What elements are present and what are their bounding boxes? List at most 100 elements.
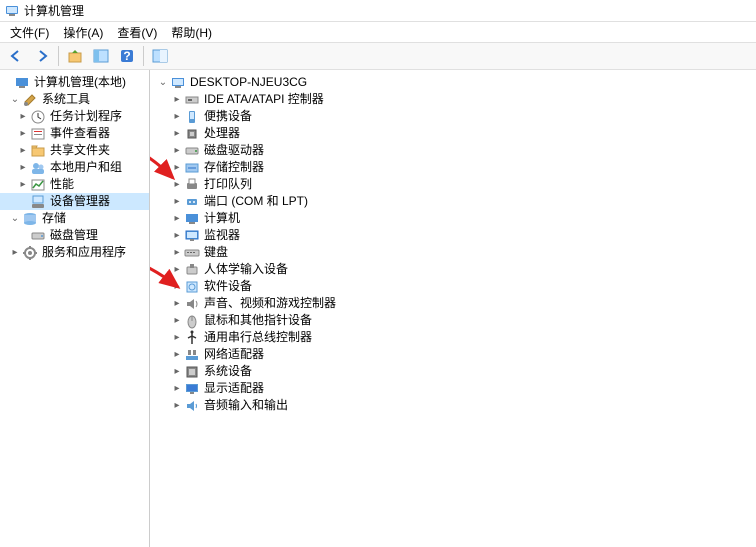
mouse-icon: [184, 313, 200, 329]
twisty-collapsed-icon[interactable]: ▸: [170, 212, 184, 226]
device-category[interactable]: ▸系统设备: [150, 363, 756, 380]
twisty-collapsed-icon[interactable]: ▸: [170, 161, 184, 175]
menu-help[interactable]: 帮助(H): [165, 22, 218, 43]
twisty-collapsed-icon[interactable]: ▸: [170, 263, 184, 277]
device-category[interactable]: ▸ 音频输入和输出: [150, 397, 756, 414]
twisty-expanded-icon[interactable]: ⌄: [8, 212, 22, 226]
device-category[interactable]: ▸键盘: [150, 244, 756, 261]
tree-label: 端口 (COM 和 LPT): [204, 193, 308, 210]
twisty-collapsed-icon[interactable]: ▸: [170, 280, 184, 294]
tree-device-manager[interactable]: ▸ 设备管理器: [0, 193, 149, 210]
tree-label: 鼠标和其他指针设备: [204, 312, 312, 329]
twisty-collapsed-icon[interactable]: ▸: [170, 178, 184, 192]
storage-ctrl-icon: [184, 160, 200, 176]
device-category[interactable]: ▸存储控制器: [150, 159, 756, 176]
tree-label: 磁盘驱动器: [204, 142, 264, 159]
show-hide-tree-button[interactable]: [89, 44, 113, 68]
twisty-collapsed-icon[interactable]: ▸: [170, 348, 184, 362]
twisty-collapsed-icon[interactable]: ▸: [170, 399, 184, 413]
tree-label: 显示适配器: [204, 380, 264, 397]
twisty-collapsed-icon[interactable]: ▸: [170, 229, 184, 243]
right-tree-pane[interactable]: ⌄ DESKTOP-NJEU3CG ▸ IDE ATA/ATAPI 控制器▸便携设…: [150, 70, 756, 547]
device-category[interactable]: ▸网络适配器: [150, 346, 756, 363]
help-button[interactable]: ?: [115, 44, 139, 68]
toolbar: ?: [0, 42, 756, 70]
tree-root-local[interactable]: ▸ 计算机管理(本地): [0, 74, 149, 91]
tree-local-users[interactable]: ▸ 本地用户和组: [0, 159, 149, 176]
device-category[interactable]: ▸ 人体学输入设备: [150, 261, 756, 278]
device-category[interactable]: ▸ 鼠标和其他指针设备: [150, 312, 756, 329]
device-category[interactable]: ▸ 软件设备: [150, 278, 756, 295]
twisty-collapsed-icon[interactable]: ▸: [170, 297, 184, 311]
device-category[interactable]: ▸ IDE ATA/ATAPI 控制器: [150, 91, 756, 108]
software-icon: [184, 279, 200, 295]
tree-label: 音频输入和输出: [204, 397, 288, 414]
menu-file[interactable]: 文件(F): [4, 22, 55, 43]
device-root[interactable]: ⌄ DESKTOP-NJEU3CG: [150, 74, 756, 91]
device-category[interactable]: ▸处理器: [150, 125, 756, 142]
tree-label: 服务和应用程序: [42, 244, 126, 261]
twisty-collapsed-icon[interactable]: ▸: [16, 161, 30, 175]
tree-services[interactable]: ▸ 服务和应用程序: [0, 244, 149, 261]
up-button[interactable]: [63, 44, 87, 68]
device-category[interactable]: ▸ 计算机: [150, 210, 756, 227]
tree-storage[interactable]: ⌄ 存储: [0, 210, 149, 227]
tree-label: 通用串行总线控制器: [204, 329, 312, 346]
twisty-collapsed-icon[interactable]: ▸: [16, 110, 30, 124]
twisty-expanded-icon[interactable]: ⌄: [156, 76, 170, 90]
twisty-collapsed-icon[interactable]: ▸: [170, 93, 184, 107]
twisty-collapsed-icon[interactable]: ▸: [16, 127, 30, 141]
twisty-collapsed-icon[interactable]: ▸: [170, 246, 184, 260]
device-category[interactable]: ▸监视器: [150, 227, 756, 244]
twisty-collapsed-icon[interactable]: ▸: [16, 144, 30, 158]
device-category[interactable]: ▸打印队列: [150, 176, 756, 193]
twisty-collapsed-icon[interactable]: ▸: [8, 246, 22, 260]
monitor-icon: [184, 228, 200, 244]
tree-shared-folders[interactable]: ▸ 共享文件夹: [0, 142, 149, 159]
tree-label: 磁盘管理: [50, 227, 98, 244]
svg-text:?: ?: [123, 49, 130, 63]
tree-label: 本地用户和组: [50, 159, 122, 176]
tree-label: 人体学输入设备: [204, 261, 288, 278]
tree-label: IDE ATA/ATAPI 控制器: [204, 91, 324, 108]
tree-disk-mgmt[interactable]: ▸ 磁盘管理: [0, 227, 149, 244]
device-category[interactable]: ▸ 显示适配器: [150, 380, 756, 397]
tree-label: 软件设备: [204, 278, 252, 295]
tree-label: 设备管理器: [50, 193, 110, 210]
twisty-collapsed-icon[interactable]: ▸: [170, 127, 184, 141]
twisty-collapsed-icon[interactable]: ▸: [170, 365, 184, 379]
twisty-collapsed-icon[interactable]: ▸: [170, 144, 184, 158]
tree-event-viewer[interactable]: ▸ 事件查看器: [0, 125, 149, 142]
tree-task-scheduler[interactable]: ▸ 任务计划程序: [0, 108, 149, 125]
desktop-icon: [170, 75, 186, 91]
device-category[interactable]: ▸ 端口 (COM 和 LPT): [150, 193, 756, 210]
menu-view[interactable]: 查看(V): [111, 22, 163, 43]
forward-button[interactable]: [30, 44, 54, 68]
twisty-collapsed-icon[interactable]: ▸: [170, 331, 184, 345]
twisty-collapsed-icon[interactable]: ▸: [16, 178, 30, 192]
window-title: 计算机管理: [24, 2, 84, 19]
device-category[interactable]: ▸便携设备: [150, 108, 756, 125]
tree-system-tools[interactable]: ⌄ 系统工具: [0, 91, 149, 108]
left-tree-pane[interactable]: ▸ 计算机管理(本地) ⌄ 系统工具 ▸ 任务计划程序 ▸ 事件查看器 ▸ 共享…: [0, 70, 150, 547]
twisty-collapsed-icon[interactable]: ▸: [170, 314, 184, 328]
users-icon: [30, 160, 46, 176]
tree-label: 计算机管理(本地): [34, 74, 126, 91]
twisty-collapsed-icon[interactable]: ▸: [170, 110, 184, 124]
sound-icon: [184, 296, 200, 312]
event-viewer-icon: [30, 126, 46, 142]
twisty-expanded-icon[interactable]: ⌄: [8, 93, 22, 107]
tree-label: 事件查看器: [50, 125, 110, 142]
menu-action[interactable]: 操作(A): [57, 22, 109, 43]
details-button[interactable]: [148, 44, 172, 68]
disk-icon: [184, 143, 200, 159]
twisty-collapsed-icon[interactable]: ▸: [170, 195, 184, 209]
device-category[interactable]: ▸声音、视频和游戏控制器: [150, 295, 756, 312]
back-button[interactable]: [4, 44, 28, 68]
tree-label: 计算机: [204, 210, 240, 227]
twisty-collapsed-icon[interactable]: ▸: [170, 382, 184, 396]
portable-icon: [184, 109, 200, 125]
device-category[interactable]: ▸ 磁盘驱动器: [150, 142, 756, 159]
device-category[interactable]: ▸ 通用串行总线控制器: [150, 329, 756, 346]
tree-performance[interactable]: ▸ 性能: [0, 176, 149, 193]
